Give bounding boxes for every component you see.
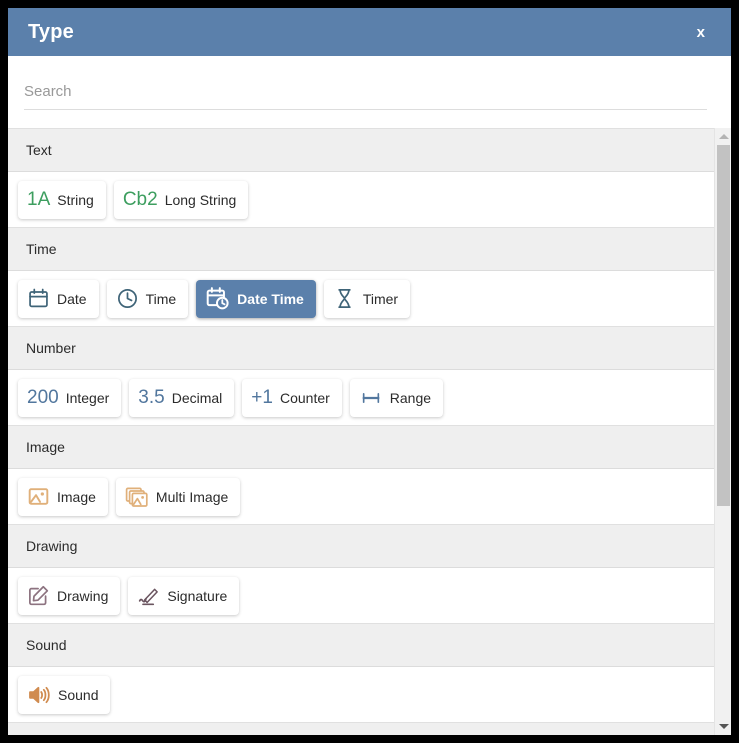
dialog-title: Type — [28, 20, 74, 43]
section-items-text: 1A String Cb2 Long String — [8, 172, 714, 227]
type-option-label: Time — [145, 290, 177, 307]
type-option-timer[interactable]: Timer — [323, 279, 411, 318]
type-option-date[interactable]: Date — [18, 279, 99, 318]
section-header-time: Time — [8, 227, 714, 271]
type-option-label: Counter — [279, 389, 330, 406]
section-title: Number — [26, 340, 76, 356]
type-option-integer[interactable]: 200 Integer — [18, 378, 122, 417]
section-title: Sound — [26, 637, 67, 653]
type-option-label: Range — [389, 389, 432, 406]
type-list: Text 1A String Cb2 Long String Time Date Time Da… — [8, 128, 714, 735]
section-header-map: Map — [8, 722, 714, 735]
pencil-square-icon — [27, 584, 50, 607]
plus-one-icon: +1 — [251, 387, 273, 408]
type-option-label: Date Time — [237, 290, 304, 307]
200-number-icon: 200 — [27, 387, 59, 408]
type-option-label: Signature — [167, 587, 228, 604]
type-option-counter[interactable]: +1 Counter — [242, 378, 342, 417]
type-option-signature[interactable]: Signature — [128, 576, 240, 615]
section-header-drawing: Drawing — [8, 524, 714, 568]
calendar-clock-icon — [205, 286, 230, 311]
type-option-image[interactable]: Image — [18, 477, 108, 516]
section-title: Text — [26, 142, 52, 158]
type-option-decimal[interactable]: 3.5 Decimal — [129, 378, 235, 417]
calendar-icon — [27, 287, 50, 310]
type-option-label: String — [57, 191, 94, 208]
section-items-number: 200 Integer 3.5 Decimal +1 Counter Range — [8, 370, 714, 425]
type-option-string[interactable]: 1A String — [18, 180, 106, 219]
type-option-label: Long String — [164, 191, 237, 208]
section-header-number: Number — [8, 326, 714, 370]
type-option-label: Sound — [58, 686, 99, 703]
range-icon — [359, 387, 383, 409]
scroll-down-arrow-icon[interactable] — [715, 718, 731, 735]
clock-icon — [116, 287, 139, 310]
type-list-area: Text 1A String Cb2 Long String Time Date Time Da… — [8, 128, 731, 735]
type-option-time[interactable]: Time — [106, 279, 189, 318]
35-number-icon: 3.5 — [138, 387, 165, 408]
section-header-sound: Sound — [8, 623, 714, 667]
type-option-label: Decimal — [171, 389, 223, 406]
type-option-range[interactable]: Range — [349, 378, 444, 417]
type-option-label: Multi Image — [155, 488, 229, 505]
multi-picture-icon — [125, 485, 149, 509]
section-items-image: Image Multi Image — [8, 469, 714, 524]
type-option-drawing[interactable]: Drawing — [18, 576, 121, 615]
section-items-drawing: Drawing Signature — [8, 568, 714, 623]
type-picker-dialog: Type x Text1AStringCb2Long StringTimeDat… — [8, 8, 731, 735]
type-option-label: Date — [57, 290, 87, 307]
section-title: Drawing — [26, 538, 78, 554]
section-header-text: Text — [8, 128, 714, 172]
type-option-label: Drawing — [57, 587, 109, 604]
dialog-titlebar: Type x — [8, 8, 731, 56]
search-input[interactable] — [24, 83, 707, 110]
section-items-sound: Sound — [8, 667, 714, 722]
speaker-icon — [27, 683, 51, 707]
scrollbar-thumb[interactable] — [717, 145, 730, 506]
vertical-scrollbar[interactable] — [714, 128, 731, 735]
section-title: Time — [26, 241, 57, 257]
section-header-image: Image — [8, 425, 714, 469]
type-option-date-time[interactable]: Date Time — [196, 279, 316, 318]
type-option-multi-image[interactable]: Multi Image — [115, 477, 241, 516]
section-items-time: Date Time Date Time Timer — [8, 271, 714, 326]
type-option-sound[interactable]: Sound — [18, 675, 111, 714]
close-icon[interactable]: x — [689, 21, 713, 44]
1a-text-icon: 1A — [27, 189, 51, 210]
type-option-label: Timer — [362, 290, 399, 307]
type-option-long-string[interactable]: Cb2 Long String — [113, 180, 249, 219]
scroll-up-arrow-icon[interactable] — [715, 128, 731, 145]
picture-icon — [27, 485, 50, 508]
cb2-text-icon: Cb2 — [122, 189, 158, 210]
signature-pen-icon — [137, 584, 160, 607]
search-container — [8, 56, 731, 128]
section-title: Image — [26, 439, 65, 455]
hourglass-icon — [333, 287, 356, 310]
type-option-label: Integer — [65, 389, 110, 406]
type-option-label: Image — [57, 488, 96, 505]
